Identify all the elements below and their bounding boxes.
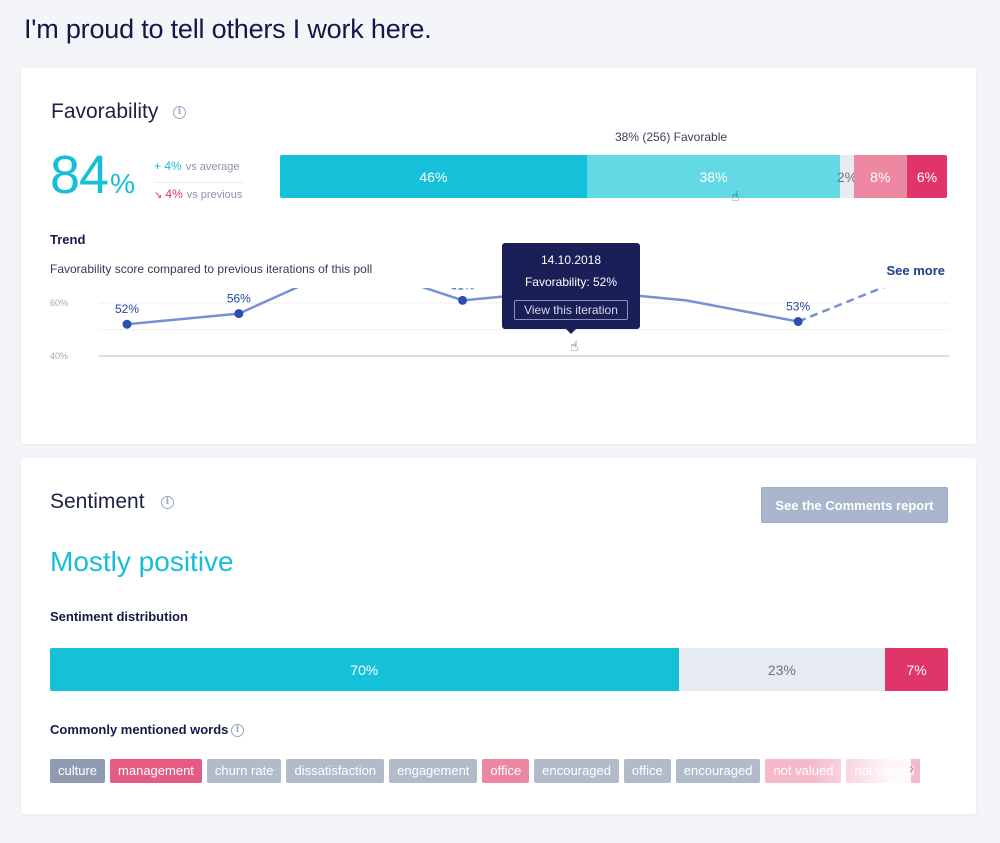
delta-vs-average: + 4% vs average <box>154 159 240 173</box>
chart-tooltip: 14.10.2018 Favorability: 52% View this i… <box>502 243 640 334</box>
delta-value: + 4% <box>154 159 182 173</box>
delta-label: vs average <box>185 161 240 173</box>
word-tag[interactable]: office <box>623 759 671 783</box>
word-tag[interactable]: culture <box>50 759 106 783</box>
trend-chart: 80%60%40%52%56%75%61%53%53% <box>50 288 949 361</box>
hand-cursor-icon: ☝ <box>570 338 579 354</box>
info-icon[interactable]: i <box>161 496 174 509</box>
data-label: 56% <box>227 292 251 306</box>
delta-divider <box>154 182 244 183</box>
data-label: 53% <box>786 300 810 314</box>
sentiment-segment[interactable]: 70% <box>50 648 679 691</box>
comments-report-button[interactable]: See the Comments report <box>761 487 948 523</box>
tags-fade-overlay <box>811 756 911 786</box>
word-tag[interactable]: encouraged <box>534 759 619 783</box>
score-value: 84 <box>50 145 109 205</box>
info-icon[interactable]: i <box>173 106 186 119</box>
common-words-list: culture management churn rate dissatisfacti… <box>50 759 920 783</box>
trend-line-segment <box>126 312 239 326</box>
favorability-segment[interactable]: 38% <box>586 155 841 198</box>
data-point <box>793 317 803 327</box>
favorability-title: Favorability <box>51 100 159 123</box>
word-tag[interactable]: encouraged <box>675 759 761 783</box>
info-icon[interactable]: i <box>231 724 244 737</box>
trend-description: Favorability score compared to previous … <box>50 262 373 276</box>
trend-line-segment <box>797 288 885 323</box>
data-label: 61% <box>451 288 475 292</box>
data-label: 52% <box>115 302 139 316</box>
sentiment-title: Sentiment <box>50 490 145 513</box>
trend-title: Trend <box>50 232 86 247</box>
favorability-segment[interactable]: 6% <box>906 155 947 198</box>
data-point <box>458 295 468 305</box>
data-point <box>122 319 132 329</box>
view-iteration-button[interactable]: View this iteration <box>514 300 628 320</box>
delta-label: vs previous <box>186 189 243 201</box>
y-tick-label: 60% <box>50 298 68 308</box>
trend-line-segment <box>686 299 799 323</box>
tooltip-favorability: Favorability: 52% <box>524 275 618 289</box>
trend-line-segment <box>421 288 463 302</box>
sentiment-segment[interactable]: 7% <box>885 648 948 691</box>
favorability-segment[interactable]: 8% <box>853 155 907 198</box>
word-tag[interactable]: management <box>110 759 202 783</box>
delta-vs-previous: ↘ 4% vs previous <box>154 187 242 201</box>
segment-hover-caption: 38% (256) Favorable <box>614 130 728 144</box>
word-tag[interactable]: office <box>482 759 530 783</box>
tooltip-date: 14.10.2018 <box>540 253 602 267</box>
sentiment-card: Sentiment i See the Comments report Most… <box>21 458 976 814</box>
word-tag[interactable]: dissatisfaction <box>286 759 385 783</box>
favorability-segment[interactable]: 46% <box>280 155 587 198</box>
favorability-card: Favorability i 84% + 4% vs average ↘ 4% vs … <box>21 68 976 444</box>
delta-value: 4% <box>165 187 183 201</box>
overall-sentiment: Mostly positive <box>50 546 234 577</box>
word-tag[interactable]: churn rate <box>206 759 282 783</box>
y-tick-label: 40% <box>50 351 68 361</box>
trend-down-arrow-icon: ↘ <box>154 190 163 201</box>
sentiment-distribution-title: Sentiment distribution <box>50 609 188 624</box>
common-words-title: Commonly mentioned words <box>50 722 229 737</box>
favorability-distribution-bar: 46% 38% 2% 8% 6% <box>280 155 947 198</box>
score-unit: % <box>110 168 135 199</box>
page-title: I'm proud to tell others I work here. <box>24 14 432 44</box>
chevron-right-icon[interactable]: › <box>909 760 914 777</box>
favorability-score: 84% <box>50 144 135 206</box>
data-point <box>234 309 244 319</box>
trend-line-segment <box>238 288 299 315</box>
sentiment-segment[interactable]: 23% <box>678 648 886 691</box>
favorability-segment[interactable]: 2% <box>837 155 857 198</box>
see-more-link[interactable]: See more <box>886 263 945 278</box>
sentiment-distribution-bar: 70% 23% 7% <box>50 648 948 691</box>
hand-cursor-icon: ☝ <box>731 188 740 204</box>
word-tag[interactable]: engagement <box>389 759 478 783</box>
